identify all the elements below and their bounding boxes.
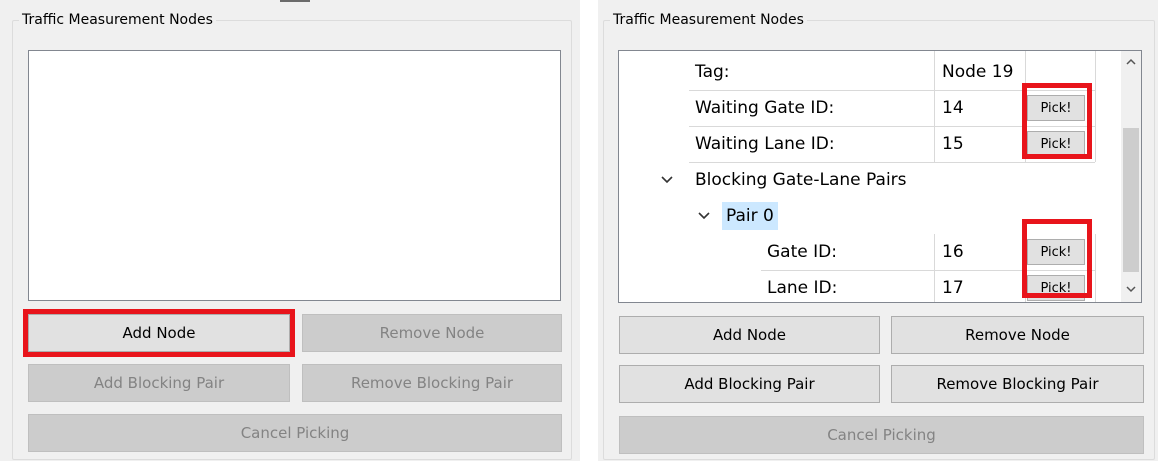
pick-highlight-bottom: [1022, 219, 1092, 298]
remove-blocking-pair-button[interactable]: Remove Blocking Pair: [302, 364, 562, 402]
tag-label: Tag:: [695, 62, 730, 82]
tree-scrollbar[interactable]: [1121, 51, 1141, 302]
scroll-up-icon[interactable]: [1121, 51, 1141, 71]
add-node-button[interactable]: Add Node: [23, 309, 295, 357]
column-divider: [934, 234, 935, 302]
remove-node-label: Remove Node: [965, 326, 1070, 344]
add-node-button[interactable]: Add Node: [619, 316, 880, 354]
nodes-list[interactable]: [28, 50, 561, 301]
gate-label: Gate ID:: [767, 242, 837, 262]
row-divider: [689, 162, 1095, 163]
column-divider: [1095, 51, 1096, 162]
scroll-thumb[interactable]: [1123, 128, 1139, 272]
group-title: Traffic Measurement Nodes: [610, 10, 807, 30]
waiting-lane-value[interactable]: 15: [935, 126, 1025, 162]
add-node-label: Add Node: [713, 326, 786, 344]
waiting-gate-label: Waiting Gate ID:: [695, 98, 835, 118]
remove-blocking-pair-label: Remove Blocking Pair: [350, 374, 514, 392]
lane-label: Lane ID:: [767, 278, 838, 298]
gate-value[interactable]: 16: [935, 234, 1025, 270]
blocking-pairs-label: Blocking Gate-Lane Pairs: [695, 170, 907, 190]
chevron-down-icon[interactable]: [694, 198, 714, 234]
remove-blocking-pair-label: Remove Blocking Pair: [936, 375, 1099, 393]
waiting-lane-label: Waiting Lane ID:: [695, 134, 835, 154]
top-edge-mark: [280, 0, 310, 2]
add-node-label: Add Node: [122, 324, 196, 342]
add-blocking-pair-label: Add Blocking Pair: [684, 375, 815, 393]
lane-value[interactable]: 17: [935, 270, 1025, 302]
add-blocking-pair-button[interactable]: Add Blocking Pair: [28, 364, 290, 402]
scroll-down-icon[interactable]: [1121, 279, 1141, 299]
pick-highlight-top: [1022, 83, 1092, 159]
tag-value[interactable]: Node 19: [935, 54, 1025, 90]
column-divider: [1095, 234, 1096, 302]
pair-label[interactable]: Pair 0: [722, 202, 778, 230]
cancel-picking-label: Cancel Picking: [827, 426, 936, 444]
remove-node-label: Remove Node: [379, 324, 485, 342]
chevron-down-icon[interactable]: [657, 162, 677, 198]
remove-node-button[interactable]: Remove Node: [891, 316, 1144, 354]
left-panel: Traffic Measurement Nodes Add Node Remov…: [0, 0, 580, 461]
add-blocking-pair-button[interactable]: Add Blocking Pair: [619, 365, 880, 403]
cancel-picking-label: Cancel Picking: [240, 424, 350, 442]
tree-row-blocking-pairs[interactable]: Blocking Gate-Lane Pairs: [619, 162, 1098, 198]
column-divider: [934, 51, 935, 162]
remove-node-button[interactable]: Remove Node: [302, 314, 562, 352]
cancel-picking-button[interactable]: Cancel Picking: [28, 414, 562, 452]
cancel-picking-button[interactable]: Cancel Picking: [619, 416, 1144, 454]
add-blocking-pair-label: Add Blocking Pair: [93, 374, 225, 392]
right-panel: Traffic Measurement Nodes Tag: Node 19 W…: [598, 0, 1158, 461]
waiting-gate-value[interactable]: 14: [935, 90, 1025, 126]
remove-blocking-pair-button[interactable]: Remove Blocking Pair: [891, 365, 1144, 403]
group-title: Traffic Measurement Nodes: [19, 10, 216, 30]
